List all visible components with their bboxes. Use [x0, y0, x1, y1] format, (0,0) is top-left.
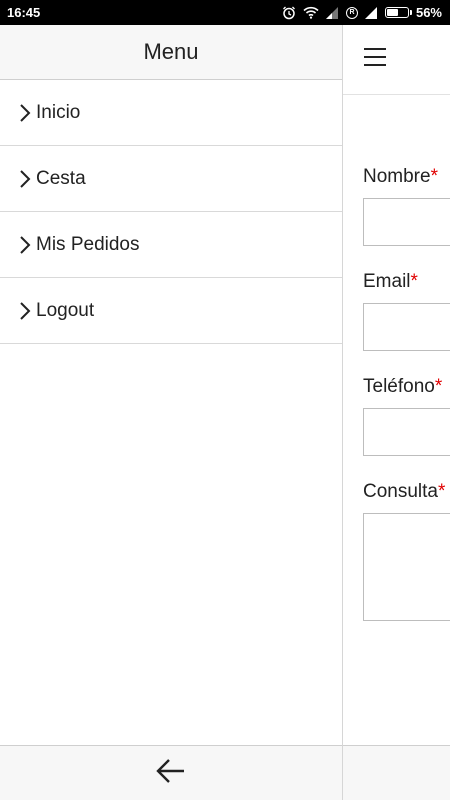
required-mark: * [434, 376, 443, 397]
signal-icon [364, 6, 378, 20]
drawer-header: Menu [0, 25, 342, 80]
status-time: 16:45 [7, 5, 41, 20]
menu-item-mis-pedidos[interactable]: Mis Pedidos [0, 212, 342, 278]
main-footer [343, 745, 450, 800]
hamburger-icon[interactable] [363, 46, 387, 73]
navigation-drawer: Menu Inicio Cesta Mis Pedidos Logout [0, 25, 343, 800]
drawer-title: Menu [143, 39, 199, 64]
field-label: Nombre* [363, 166, 438, 187]
menu-item-logout[interactable]: Logout [0, 278, 342, 344]
field-consulta: Consulta* [363, 481, 450, 621]
battery-icon [384, 7, 412, 18]
required-mark: * [410, 271, 418, 292]
chevron-right-icon [18, 102, 34, 124]
main-content: Nombre* Email* Teléfono* Consulta* [343, 25, 450, 800]
chevron-right-icon [18, 234, 34, 256]
chevron-right-icon [18, 168, 34, 190]
menu-item-label: Mis Pedidos [36, 233, 140, 255]
menu-item-inicio[interactable]: Inicio [0, 80, 342, 146]
arrow-left-icon[interactable] [156, 758, 186, 789]
contact-form: Nombre* Email* Teléfono* Consulta* [343, 166, 450, 621]
consulta-textarea[interactable] [363, 513, 450, 621]
menu-item-label: Inicio [36, 101, 81, 123]
menu-item-cesta[interactable]: Cesta [0, 146, 342, 212]
required-mark: * [430, 166, 438, 187]
field-nombre: Nombre* [363, 166, 450, 246]
signal-icon [325, 6, 339, 20]
battery-percent: 56% [415, 5, 442, 20]
nombre-input[interactable] [363, 198, 450, 246]
telefono-input[interactable] [363, 408, 450, 456]
menu-item-label: Logout [36, 299, 95, 321]
alarm-icon [282, 6, 296, 20]
wifi-icon [303, 6, 319, 20]
main-header [343, 25, 450, 95]
menu-list: Inicio Cesta Mis Pedidos Logout [0, 80, 342, 344]
registered-icon: R [345, 6, 358, 19]
status-bar: 16:45 R 56% [0, 0, 450, 25]
field-label: Teléfono* [363, 376, 443, 397]
drawer-footer [0, 745, 342, 800]
field-telefono: Teléfono* [363, 376, 450, 456]
menu-item-label: Cesta [36, 167, 86, 189]
battery-level [386, 9, 398, 16]
email-input[interactable] [363, 303, 450, 351]
field-label: Email* [363, 271, 418, 292]
required-mark: * [438, 481, 446, 502]
field-label: Consulta* [363, 481, 446, 502]
status-icons: R 56% [282, 5, 442, 20]
field-email: Email* [363, 271, 450, 351]
chevron-right-icon [18, 300, 34, 322]
